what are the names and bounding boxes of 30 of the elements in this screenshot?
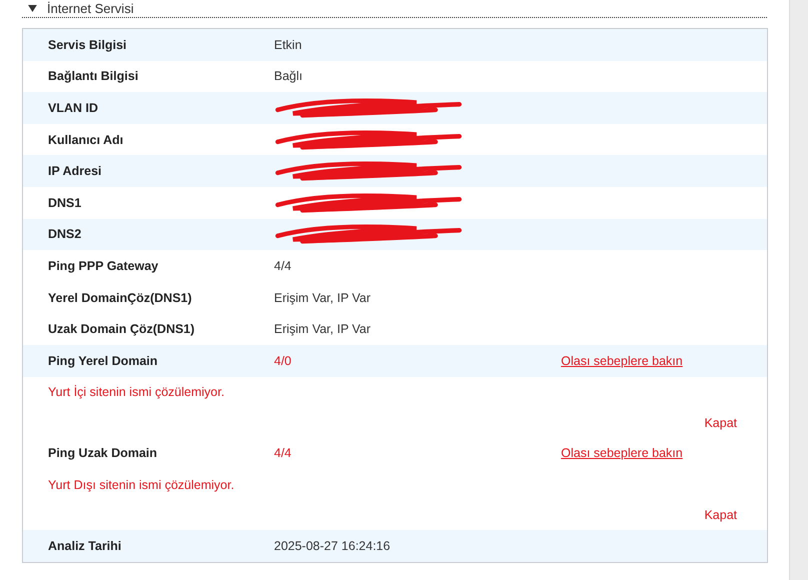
row-value: 4/0	[274, 354, 292, 368]
close-link[interactable]: Kapat	[704, 416, 737, 430]
row-value: 4/4	[274, 258, 292, 273]
causes-link[interactable]: Olası sebeplere bakın	[561, 354, 683, 368]
row-label: Uzak Domain Çöz(DNS1)	[47, 322, 196, 336]
row-label: Kullanıcı Adı	[47, 132, 124, 147]
causes-link[interactable]: Olası sebeplere bakın	[561, 446, 683, 460]
scrollbar[interactable]	[789, 0, 808, 580]
row-label: Analiz Tarihi	[47, 538, 122, 553]
close-link[interactable]: Kapat	[704, 508, 737, 522]
row-label: Yerel DomainÇöz(DNS1)	[47, 290, 193, 305]
row-label: Ping Yerel Domain	[47, 354, 159, 368]
row-value: Erişim Var, IP Var	[274, 290, 371, 305]
section-header[interactable]: İnternet Servisi	[22, 0, 768, 18]
row-label: Servis Bilgisi	[47, 38, 128, 52]
row-label: DNS2	[47, 227, 82, 242]
error-message: Yurt Dışı sitenin ismi çözülemiyor.	[48, 478, 234, 492]
row-value: 4/4	[274, 446, 292, 460]
row-value: Erişim Var, IP Var	[274, 322, 371, 336]
section-title: İnternet Servisi	[47, 1, 134, 16]
row-value: 2025-08-27 16:24:16	[274, 538, 390, 553]
row-label: Ping Uzak Domain	[47, 446, 158, 460]
row-label: VLAN ID	[47, 100, 99, 115]
error-message: Yurt İçi sitenin ismi çözülemiyor.	[48, 385, 224, 400]
row-label: Ping PPP Gateway	[47, 258, 160, 273]
row-value: Etkin	[274, 38, 302, 52]
row-label: DNS1	[47, 196, 82, 210]
row-value: Bağlı	[274, 69, 302, 84]
row-label: Bağlantı Bilgisi	[47, 69, 140, 84]
row-label: IP Adresi	[47, 164, 102, 178]
